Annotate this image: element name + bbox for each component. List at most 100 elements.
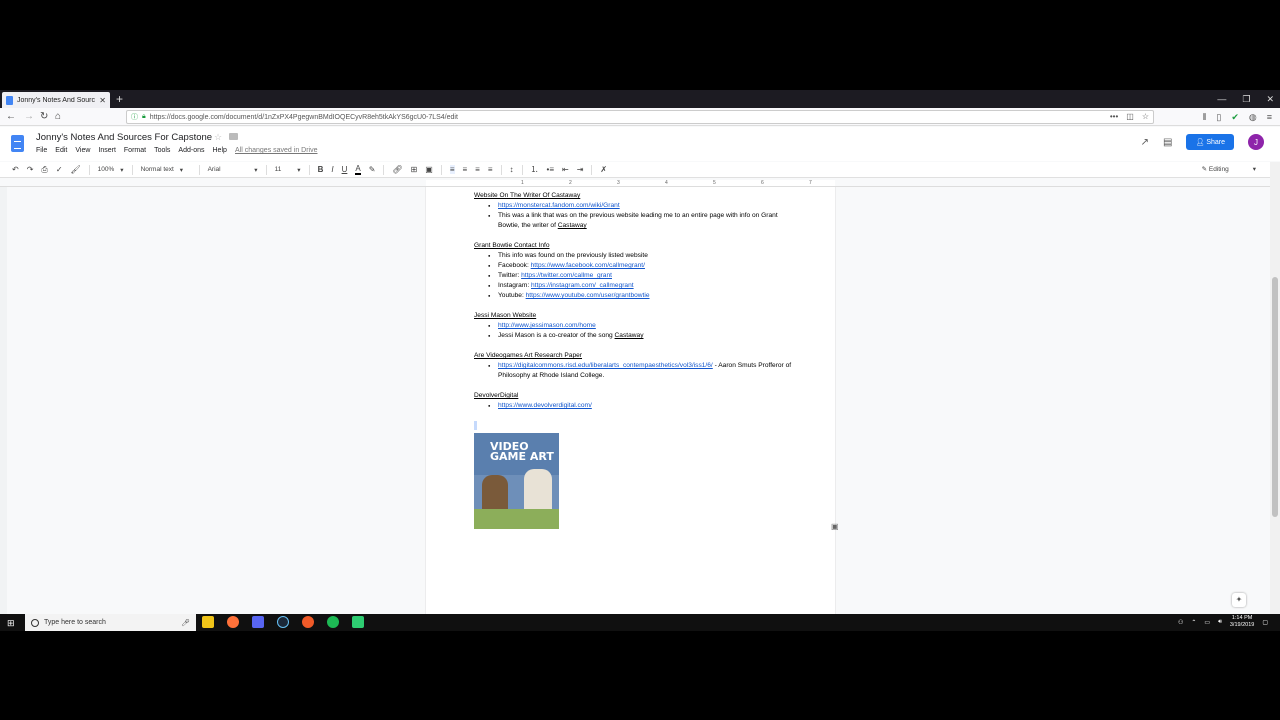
windows-start-icon[interactable]: ⊞ — [7, 618, 15, 629]
home-icon[interactable]: ⌂ — [55, 110, 61, 124]
menu-format[interactable]: Format — [124, 147, 146, 154]
pocket-icon[interactable]: ◫ — [1126, 112, 1134, 121]
save-status[interactable]: All changes saved in Drive — [235, 147, 318, 154]
underline-icon[interactable]: U — [342, 165, 348, 174]
menu-edit[interactable]: Edit — [55, 147, 67, 154]
sidebar-icon[interactable]: ▯ — [1216, 110, 1221, 124]
document-page[interactable]: Website On The Writer Of Castaway https:… — [426, 187, 835, 631]
new-tab-button[interactable]: + — [116, 92, 123, 106]
undo-icon[interactable]: ↶ — [12, 165, 19, 174]
people-icon[interactable]: ⚇ — [1178, 619, 1183, 626]
font-select[interactable]: Arial ▾ — [208, 166, 258, 174]
clear-formatting-icon[interactable]: ✗ — [600, 165, 607, 174]
paint-format-icon[interactable]: 🖌︎ — [71, 165, 81, 174]
activity-trend-icon[interactable]: ↗ — [1141, 137, 1149, 148]
align-center-icon[interactable]: ≡ — [463, 165, 468, 174]
vertical-scrollbar[interactable] — [1270, 162, 1280, 631]
insert-image-icon[interactable]: ▣ — [425, 165, 433, 174]
bulleted-list-icon[interactable]: •≡ — [547, 165, 554, 174]
file-explorer-icon[interactable] — [202, 616, 214, 628]
numbered-list-icon[interactable]: ⒈ — [531, 164, 539, 175]
style-select[interactable]: Normal text ▾ — [141, 166, 191, 174]
line-spacing-icon[interactable]: ↕ — [510, 165, 514, 174]
steam-icon[interactable] — [277, 616, 289, 628]
link[interactable]: https://www.devolverdigital.com/ — [498, 402, 592, 409]
clock[interactable]: 1:14 PM 3/19/2019 — [1230, 615, 1254, 629]
avatar[interactable]: J — [1248, 134, 1264, 150]
microphone-icon[interactable]: 🎤︎ — [181, 619, 190, 627]
decrease-indent-icon[interactable]: ⇤ — [562, 165, 569, 174]
italic-icon[interactable]: I — [331, 165, 333, 174]
app-icon[interactable] — [352, 616, 364, 628]
redo-icon[interactable]: ↷ — [27, 165, 34, 174]
screen: Jonny's Notes And Sources For ✕ + — ❐ ✕ … — [0, 90, 1280, 631]
tab-close-icon[interactable]: ✕ — [99, 96, 106, 105]
ruler-page-area: 1 2 3 4 5 6 7 — [426, 180, 835, 186]
firefox-icon[interactable] — [227, 616, 239, 628]
close-window-button[interactable]: ✕ — [1266, 92, 1274, 106]
notifications-icon[interactable]: ▢ — [1262, 619, 1268, 626]
star-icon[interactable]: ☆ — [214, 132, 222, 143]
back-icon[interactable]: ← — [6, 110, 16, 124]
taskbar-search[interactable]: Type here to search 🎤︎ — [25, 614, 196, 631]
comments-icon[interactable]: ▤ — [1163, 137, 1172, 148]
spellcheck-icon[interactable]: ✓ — [56, 165, 63, 174]
extension-check-icon[interactable]: ✔ — [1231, 110, 1239, 124]
align-left-icon[interactable]: ≡ — [449, 165, 455, 174]
menu-help[interactable]: Help — [213, 147, 227, 154]
url-bar[interactable]: ⓘ 🔒︎ https://docs.google.com/document/d/… — [126, 110, 1154, 124]
link[interactable]: https://digitalcommons.risd.edu/liberala… — [498, 362, 713, 369]
spotify-icon[interactable] — [327, 616, 339, 628]
browser-tab[interactable]: Jonny's Notes And Sources For ✕ — [2, 92, 110, 108]
bold-icon[interactable]: B — [318, 165, 324, 174]
menu-file[interactable]: File — [36, 147, 47, 154]
menu-tools[interactable]: Tools — [154, 147, 170, 154]
align-justify-icon[interactable]: ≡ — [488, 165, 493, 174]
library-icon[interactable]: ⫴ — [1203, 110, 1207, 124]
text-color-icon[interactable]: A — [355, 164, 361, 175]
add-comment-icon[interactable]: ▣ — [831, 522, 839, 531]
section-contact: Grant Bowtie Contact Info This info was … — [474, 241, 794, 301]
twitter-link[interactable]: https://twitter.com/callme_grant — [521, 272, 612, 279]
instagram-link[interactable]: https://instagram.com/_callmegrant — [531, 282, 634, 289]
share-button[interactable]: 👤︎ Share — [1186, 134, 1234, 150]
bookmark-star-icon[interactable]: ☆ — [1142, 112, 1149, 121]
forward-icon[interactable]: → — [24, 110, 34, 124]
discord-icon[interactable] — [252, 616, 264, 628]
document-body[interactable]: Website On The Writer Of Castaway https:… — [474, 191, 794, 529]
docs-home-icon[interactable] — [11, 135, 24, 152]
zoom-select[interactable]: 100% ▾ — [98, 166, 124, 174]
increase-indent-icon[interactable]: ⇥ — [577, 165, 584, 174]
link[interactable]: https://monstercat.fandom.com/wiki/Grant — [498, 202, 620, 209]
link[interactable]: http://www.jessimason.com/home — [498, 322, 596, 329]
facebook-link[interactable]: https://www.facebook.com/callmegrant/ — [531, 262, 645, 269]
youtube-link[interactable]: https://www.youtube.com/user/grantbowtie — [526, 292, 650, 299]
menu-icon[interactable]: ≡ — [1267, 110, 1272, 124]
volume-icon[interactable]: 🔊︎ — [1218, 619, 1222, 626]
menu-addons[interactable]: Add-ons — [178, 147, 204, 154]
page-actions-icon[interactable]: ••• — [1110, 112, 1118, 121]
link-icon[interactable]: 🔗︎ — [392, 165, 402, 174]
info-icon[interactable]: ⓘ — [131, 112, 138, 122]
folder-icon[interactable] — [229, 133, 238, 140]
minimize-button[interactable]: — — [1217, 92, 1226, 106]
origin-icon[interactable] — [302, 616, 314, 628]
align-right-icon[interactable]: ≡ — [475, 165, 480, 174]
document-title[interactable]: Jonny's Notes And Sources For Capstone — [36, 132, 212, 143]
highlight-icon[interactable]: ✎ — [369, 165, 376, 174]
explore-icon[interactable]: ✦ — [1232, 593, 1246, 607]
editing-mode-select[interactable]: ✎ Editing ▾ — [1202, 165, 1256, 173]
menu-view[interactable]: View — [75, 147, 90, 154]
print-icon[interactable]: ⎙ — [41, 165, 47, 175]
scrollbar-thumb[interactable] — [1272, 277, 1278, 517]
reload-icon[interactable]: ↻ — [40, 110, 48, 124]
text-cursor-selection — [474, 421, 477, 430]
extension-ghost-icon[interactable]: ◍ — [1249, 110, 1257, 124]
tray-overflow-icon[interactable]: ⌃ — [1191, 619, 1196, 626]
restore-button[interactable]: ❐ — [1242, 92, 1250, 106]
menu-insert[interactable]: Insert — [98, 147, 116, 154]
font-size-select[interactable]: 11 ▾ — [275, 166, 301, 174]
network-icon[interactable]: ▭ — [1204, 619, 1210, 626]
book-cover-image[interactable]: VIDEO GAME ART — [474, 433, 559, 529]
add-comment-icon[interactable]: ⊞ — [411, 165, 418, 174]
